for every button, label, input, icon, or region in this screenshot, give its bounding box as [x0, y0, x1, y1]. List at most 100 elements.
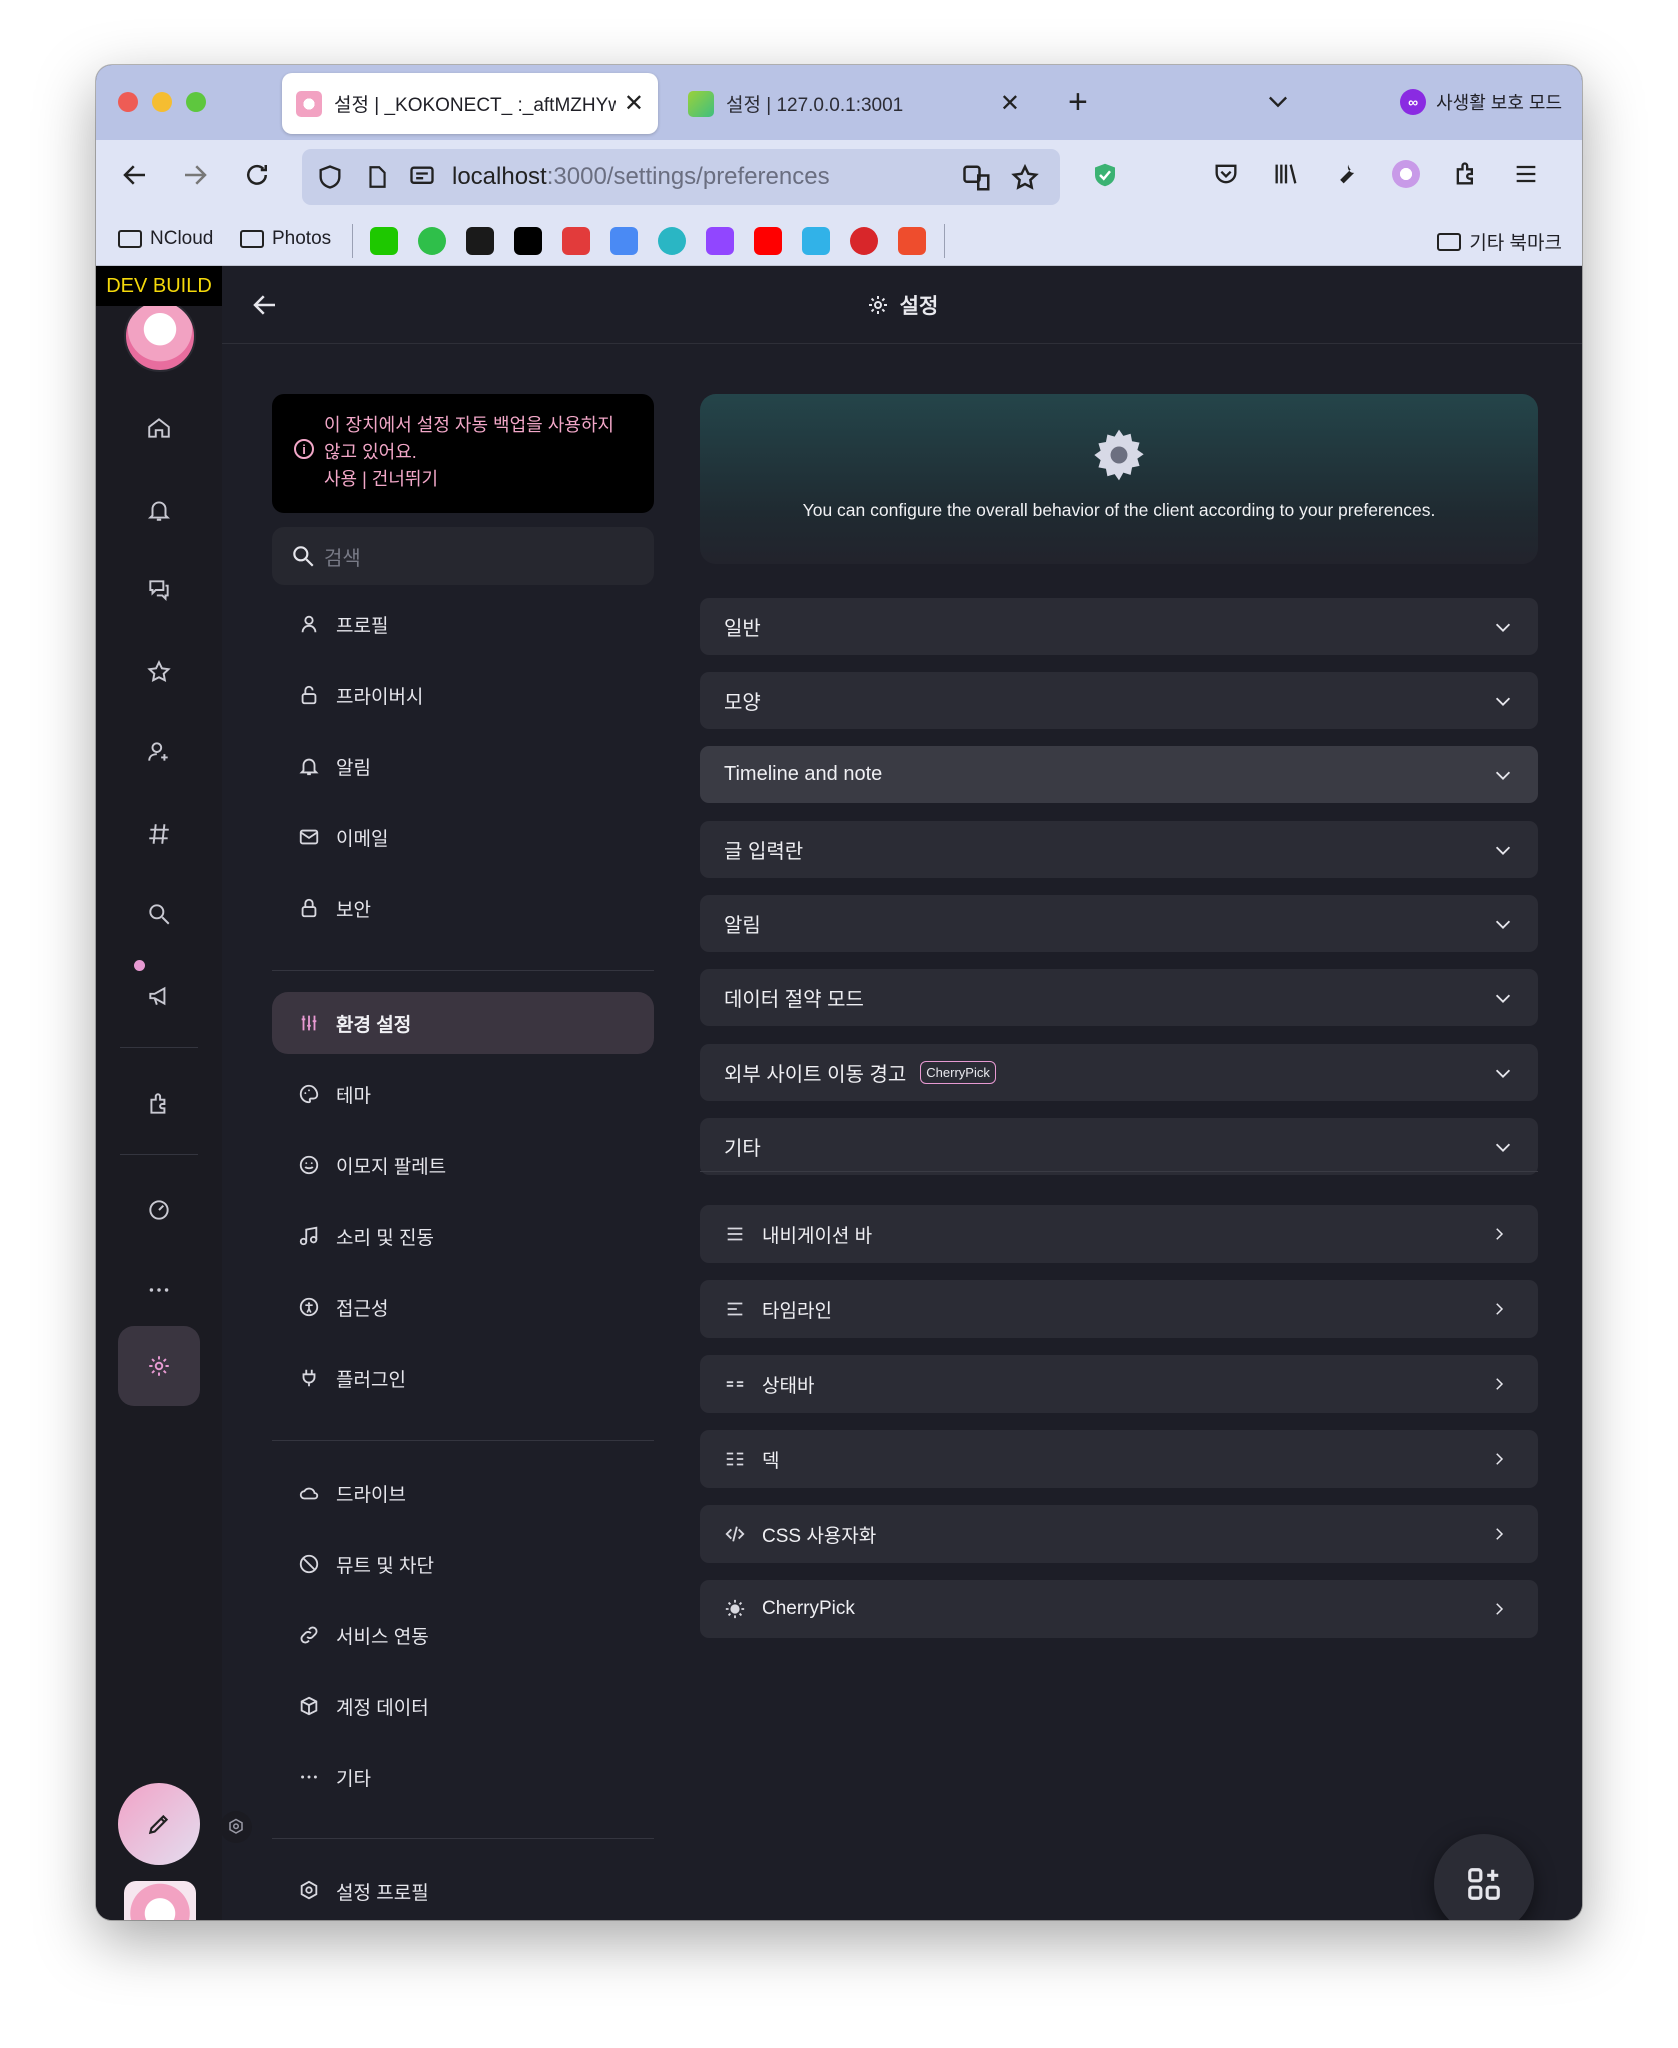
- more-dots-icon[interactable]: [139, 1270, 179, 1310]
- content-separator: [700, 1171, 1538, 1172]
- link-deck[interactable]: 덱: [700, 1430, 1538, 1488]
- link-statusbar[interactable]: 상태바: [700, 1355, 1538, 1413]
- adblock-shield-icon[interactable]: [1090, 160, 1120, 190]
- menu-item-security[interactable]: 보안: [272, 877, 654, 939]
- menu-item-privacy[interactable]: 프라이버시: [272, 664, 654, 726]
- menu-item-accessibility[interactable]: 접근성: [272, 1276, 654, 1338]
- menu-item-drive[interactable]: 드라이브: [272, 1462, 654, 1524]
- search-icon[interactable]: [139, 894, 179, 934]
- library-icon[interactable]: [1272, 160, 1300, 188]
- google-translate-bookmark-icon[interactable]: [610, 227, 638, 255]
- wrench-icon[interactable]: [1332, 160, 1360, 188]
- edge-bookmark-icon[interactable]: [658, 227, 686, 255]
- megaphone-icon[interactable]: [139, 976, 179, 1016]
- bookmark-star-icon[interactable]: [1010, 163, 1040, 193]
- menu-item-account-data[interactable]: 계정 데이터: [272, 1675, 654, 1737]
- menu-item-mute-block[interactable]: 뮤트 및 차단: [272, 1533, 654, 1595]
- reader-permissions-icon[interactable]: [408, 163, 436, 191]
- back-arrow-icon[interactable]: [120, 160, 150, 190]
- section-notifications[interactable]: 알림: [700, 895, 1538, 952]
- compose-button[interactable]: [118, 1783, 200, 1865]
- settings-search-input[interactable]: 검색: [272, 527, 654, 585]
- folder-icon: [240, 230, 264, 248]
- menu-item-settings-profile[interactable]: 설정 프로필: [272, 1860, 654, 1920]
- chat-icon[interactable]: [139, 570, 179, 610]
- nav-separator: [120, 1154, 198, 1155]
- menu-item-theme[interactable]: 테마: [272, 1063, 654, 1125]
- close-tab-icon[interactable]: ✕: [624, 89, 644, 118]
- close-tab-icon[interactable]: ✕: [1000, 89, 1020, 118]
- hamburger-menu-icon[interactable]: [1512, 160, 1540, 188]
- menu-item-preferences[interactable]: 환경 설정: [272, 992, 654, 1054]
- tab-list-chevron-icon[interactable]: [1264, 87, 1292, 115]
- link-navbar[interactable]: 내비게이션 바: [700, 1205, 1538, 1263]
- extension-avatar-icon[interactable]: [1392, 160, 1420, 188]
- menu-item-integrations[interactable]: 서비스 연동: [272, 1604, 654, 1666]
- maximize-window-button[interactable]: [186, 92, 206, 112]
- menu-item-emoji-palette[interactable]: 이모지 팔레트: [272, 1134, 654, 1196]
- home-icon[interactable]: [139, 408, 179, 448]
- menu-item-other[interactable]: 기타: [272, 1746, 654, 1808]
- bookmark-folder-other[interactable]: 기타 북마크: [1437, 228, 1562, 255]
- menu-item-label: 플러그인: [336, 1369, 406, 1391]
- section-timeline-note[interactable]: Timeline and note: [700, 746, 1538, 803]
- x-bookmark-icon[interactable]: [514, 227, 542, 255]
- section-post-form[interactable]: 글 입력란: [700, 821, 1538, 878]
- notice-actions-link[interactable]: 사용 | 건너뛰기: [324, 466, 636, 493]
- chevron-right-icon: [1490, 1525, 1508, 1543]
- c-bookmark-icon[interactable]: [466, 227, 494, 255]
- tab-settings-local[interactable]: 설정 | 127.0.0.1:3001 ✕: [674, 73, 1034, 134]
- bottom-avatar[interactable]: [124, 1881, 196, 1920]
- puzzle-icon[interactable]: [139, 1084, 179, 1124]
- menu-item-sound[interactable]: 소리 및 진동: [272, 1205, 654, 1267]
- extensions-puzzle-icon[interactable]: [1452, 160, 1480, 188]
- settings-menu: i 이 장치에서 설정 자동 백업을 사용하지 않고 있어요. 사용 | 건너뛰…: [272, 344, 654, 1920]
- hashtag-icon[interactable]: [139, 814, 179, 854]
- orange-bookmark-icon[interactable]: [898, 227, 926, 255]
- bookmark-folder-ncloud[interactable]: NCloud: [118, 228, 213, 250]
- close-window-button[interactable]: [118, 92, 138, 112]
- c-red-bookmark-icon[interactable]: [850, 227, 878, 255]
- shield-icon[interactable]: [316, 163, 344, 191]
- red-bookmark-icon[interactable]: [562, 227, 590, 255]
- accessibility-icon: [298, 1296, 320, 1318]
- youtube-bookmark-icon[interactable]: [754, 227, 782, 255]
- user-plus-icon[interactable]: [139, 732, 179, 772]
- naver-bookmark-icon[interactable]: [370, 227, 398, 255]
- tab-settings-active[interactable]: 설정 | _KOKONECT_ :_aftMZHYw ✕: [282, 73, 658, 134]
- link-label: CherryPick: [762, 1598, 855, 1619]
- pocket-icon[interactable]: [1212, 160, 1240, 188]
- menu-item-profile[interactable]: 프로필: [272, 593, 654, 655]
- minimize-window-button[interactable]: [152, 92, 172, 112]
- section-appearance[interactable]: 모양: [700, 672, 1538, 729]
- link-cherrypick[interactable]: CherryPick: [700, 1580, 1538, 1638]
- translate-icon[interactable]: [962, 163, 992, 193]
- menu-item-plugins[interactable]: 플러그인: [272, 1347, 654, 1409]
- link-custom-css[interactable]: CSS 사용자화: [700, 1505, 1538, 1563]
- section-other[interactable]: 기타: [700, 1118, 1538, 1175]
- url-bar[interactable]: localhost:3000/settings/preferences: [302, 149, 1060, 205]
- bell-icon[interactable]: [139, 490, 179, 530]
- url-text[interactable]: localhost:3000/settings/preferences: [452, 163, 830, 191]
- tm-bookmark-icon[interactable]: [802, 227, 830, 255]
- bookmark-folder-photos[interactable]: Photos: [240, 228, 331, 250]
- reload-icon[interactable]: [242, 160, 272, 190]
- menu-item-notifications[interactable]: 알림: [272, 735, 654, 797]
- twitch-bookmark-icon[interactable]: [706, 227, 734, 255]
- new-tab-button[interactable]: +: [1068, 83, 1088, 122]
- menu-item-label: 뮤트 및 차단: [336, 1555, 434, 1577]
- page-icon[interactable]: [364, 163, 390, 191]
- account-avatar[interactable]: [124, 300, 196, 372]
- section-data-saver[interactable]: 데이터 절약 모드: [700, 969, 1538, 1026]
- settings-gear-icon[interactable]: [139, 1346, 179, 1386]
- green-bookmark-icon[interactable]: [418, 227, 446, 255]
- nav-settings-mini-icon[interactable]: [220, 1811, 252, 1843]
- forward-arrow-icon[interactable]: [180, 160, 210, 190]
- star-icon[interactable]: [139, 652, 179, 692]
- gauge-icon[interactable]: [139, 1190, 179, 1230]
- link-timeline[interactable]: 타임라인: [700, 1280, 1538, 1338]
- section-external-site-warning[interactable]: 외부 사이트 이동 경고 CherryPick: [700, 1044, 1538, 1101]
- menu-separator: [272, 970, 654, 971]
- section-general[interactable]: 일반: [700, 598, 1538, 655]
- menu-item-email[interactable]: 이메일: [272, 806, 654, 868]
